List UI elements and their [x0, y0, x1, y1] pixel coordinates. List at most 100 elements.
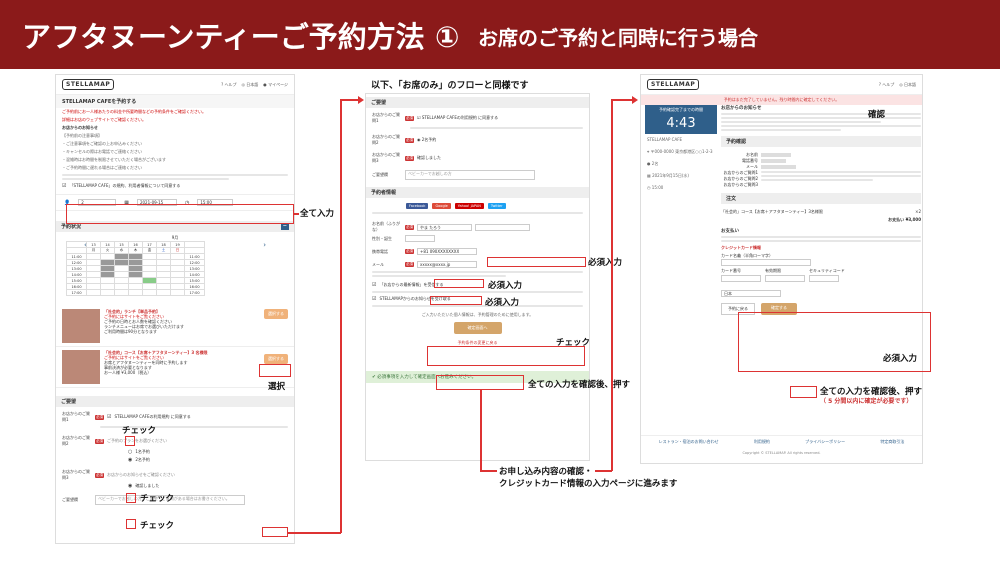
- timer-value: 4:43: [645, 115, 717, 134]
- prev-week-icon[interactable]: ‹: [84, 241, 87, 249]
- agree-checkbox[interactable]: ☑: [62, 183, 66, 189]
- arrow-head: [632, 96, 638, 104]
- connector-line: [611, 99, 613, 471]
- annotation-box: [487, 257, 586, 267]
- annotation-next-page: クレジットカード情報の入力ページに進みます: [497, 477, 680, 489]
- expiry-select[interactable]: [765, 275, 805, 282]
- screenshot-customer-info: ご要望 お店からのご質問1 必須 ☑ STELLAMAP CAFEの利用規約 に同意…: [365, 93, 590, 461]
- language-link[interactable]: ◎ 日本語: [899, 82, 916, 88]
- annotation-box: [125, 436, 135, 446]
- confirm-checkbox[interactable]: ◉: [128, 483, 132, 489]
- gender-select[interactable]: [405, 235, 435, 242]
- requests-header: ご要望: [366, 97, 589, 108]
- availability-table: 13 14 15 16 17 18 19 月火水木金土日 11:00 11:00 12:00 1…: [66, 241, 205, 296]
- annotation-same-flow: 以下、「お席のみ」のフローと同様です: [371, 81, 529, 91]
- radio-option[interactable]: ○: [128, 449, 132, 455]
- site-header: STELLAMAP ? ヘルプ ◎ 日本語 ● マイページ: [56, 75, 294, 95]
- notes-title: お店からのお知らせ: [62, 125, 98, 130]
- help-icon: ?: [878, 81, 881, 87]
- confirm-header: 予約確認: [721, 136, 921, 147]
- card-number-input[interactable]: [721, 275, 761, 282]
- language-link[interactable]: ◎ 日本語: [242, 82, 259, 88]
- annotation-required: 必須入力: [488, 281, 523, 291]
- help-link[interactable]: ? ヘルプ: [879, 82, 894, 88]
- annotation-confirm: 全ての入力を確認後、押す: [528, 380, 631, 390]
- help-icon: ?: [221, 81, 224, 87]
- google-login[interactable]: Google: [432, 202, 451, 209]
- annotation-box: [434, 279, 484, 288]
- agree-label: 「STELLAMAP CAFE」の規約、利用者情報について同意する: [69, 183, 181, 188]
- intro-text: ご予約前にお一人様あたりの料金や所要時間などの予約条件をご確認ください。: [62, 109, 206, 114]
- annotation-box: [259, 364, 291, 377]
- calendar-icon: ▦: [647, 173, 651, 178]
- phone-input[interactable]: +81 090XXXXXXXX: [417, 248, 477, 255]
- annotation-confirm: 確認: [868, 110, 886, 120]
- notes-line: 【予約前の注意事項】: [62, 133, 102, 138]
- copyright: Copyright © STELLAMAP. All rights reserv…: [742, 451, 821, 455]
- location-icon: ⌖: [647, 149, 650, 154]
- connector-line: [288, 532, 341, 534]
- timer-label: 予約確認完了までの時間: [645, 105, 717, 115]
- facebook-login[interactable]: Facebook: [406, 202, 429, 209]
- annotation-time-limit: （ 5 分間以内に確定が必要です）: [820, 398, 913, 405]
- select-plan-button[interactable]: 選択する: [264, 354, 288, 364]
- footer-links: レストラン・宿泊のお問い合わせ 利用規約 プライバシーポリシー 特定商取引法: [641, 435, 922, 445]
- cvc-input[interactable]: [809, 275, 839, 282]
- annotation-box: [126, 519, 136, 529]
- user-icon: ●: [647, 161, 651, 166]
- globe-icon: ◎: [899, 81, 903, 87]
- annotation-all-input: 全て入力: [300, 209, 335, 219]
- mypage-link[interactable]: ● マイページ: [263, 82, 288, 88]
- annotation-box: [790, 386, 817, 398]
- annotation-check: チェック: [140, 521, 175, 531]
- twitter-login[interactable]: Twitter: [487, 202, 506, 209]
- banner-subtitle: お席のご予約と同時に行う場合: [478, 26, 758, 50]
- arrow: [294, 213, 299, 215]
- email-input[interactable]: xxxxx@xxxx.jp: [417, 261, 477, 268]
- customer-header: 予約者情報: [366, 187, 589, 198]
- requests-header: ご要望: [56, 396, 294, 407]
- page-title: STELLAMAP CAFEを予約する: [56, 95, 294, 108]
- check-icon[interactable]: ☑: [372, 282, 376, 288]
- radio-option[interactable]: ◉: [128, 457, 132, 463]
- clock-icon: ◷: [647, 185, 651, 190]
- notes-line: ・混雑時はお時間を制限させていただく場合がございます: [62, 157, 166, 162]
- connector-line: [340, 99, 342, 533]
- comment-textarea[interactable]: ベビーカーでお越しの方: [405, 170, 535, 180]
- intro-text: 詳細はお店のウェブサイトでご確認ください。: [62, 117, 146, 122]
- banner-title: アフタヌーンティーご予約方法 ①: [22, 20, 460, 54]
- card-name-input[interactable]: [721, 259, 811, 266]
- connector-line: [340, 99, 360, 101]
- submit-button[interactable]: 確定画面へ: [453, 322, 502, 334]
- annotation-box: [126, 493, 136, 503]
- connector-line: [611, 99, 633, 101]
- plan-image: [62, 309, 100, 343]
- country-select[interactable]: 日本: [721, 290, 781, 297]
- help-link[interactable]: ? ヘルプ: [221, 82, 236, 88]
- plan-image: [62, 350, 100, 384]
- annotation-required: 必須入力: [883, 354, 918, 364]
- plan-card: 「社会的」ランチ【単品予約】 ご予約にはサイトをご覧ください ご予約の日時とお人…: [56, 306, 294, 347]
- minus-icon[interactable]: −: [280, 223, 289, 230]
- arrow-head: [358, 96, 364, 104]
- annotation-select: 選択: [268, 382, 286, 392]
- name-input[interactable]: やま たろう: [417, 223, 472, 231]
- annotation-next-page: お申し込み内容の確認・: [497, 465, 595, 477]
- annotation-required: 必須入力: [588, 258, 623, 268]
- site-logo[interactable]: STELLAMAP: [62, 79, 115, 90]
- annotation-box: [436, 375, 524, 390]
- next-week-icon[interactable]: ›: [263, 241, 266, 249]
- select-plan-button[interactable]: 選択する: [264, 309, 288, 319]
- annotation-box: [262, 527, 288, 537]
- order-header: 注文: [721, 193, 921, 204]
- req1-checkbox[interactable]: ☑: [107, 414, 111, 420]
- annotation-check: チェック: [140, 494, 175, 504]
- screenshot-reservation-form: STELLAMAP ? ヘルプ ◎ 日本語 ● マイページ STELLAMAP …: [55, 74, 295, 544]
- annotation-required: 必須入力: [485, 298, 520, 308]
- site-logo[interactable]: STELLAMAP: [647, 79, 700, 90]
- req1-checkbox[interactable]: ☑ STELLAMAP CAFEの利用規約 に同意する: [417, 115, 498, 121]
- check-icon[interactable]: ☑: [372, 296, 376, 302]
- yahoo-login[interactable]: Yahoo! JAPAN: [454, 202, 484, 209]
- name-input-2[interactable]: [475, 223, 530, 231]
- annotation-box: [430, 296, 482, 305]
